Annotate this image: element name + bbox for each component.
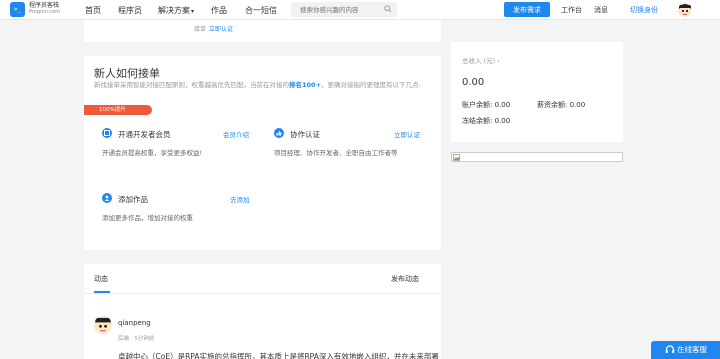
activity-feed-card: 动态 发布动态 qianpeng 后端 · 5分钟前 卓越中心（CoE）是RPA… — [84, 264, 441, 359]
brand-name: 程序员客栈 — [29, 2, 60, 9]
certify-hint-text: 接单 — [194, 26, 207, 33]
salary-balance-value: 0.00 — [569, 101, 586, 109]
messages-link[interactable]: 消息 — [594, 5, 608, 15]
certify-now-button[interactable]: 立即认证 — [394, 129, 420, 139]
salary-balance-label: 薪资余额: — [537, 101, 568, 109]
account-balance-label: 账户余额: — [462, 101, 493, 109]
total-income-label-text: 总收入 (元) — [462, 57, 496, 65]
workbench-link[interactable]: 工作台 — [561, 5, 582, 15]
post-author-name[interactable]: qianpeng — [118, 319, 151, 327]
frozen-balance: 冻结余额: 0.00 — [462, 116, 510, 126]
post-meta: 后端 · 5分钟前 — [118, 336, 155, 342]
guide-desc-prefix: 新找接单采用智能对接匹配原则，权重越高优先匹配。当前在对接的 — [94, 81, 289, 89]
identity-card: 接单 立即认证 — [84, 20, 441, 42]
newbie-guide-card: 新人如何接单 新找接单采用智能对接匹配原则，权重越高优先匹配。当前在对接的排名1… — [84, 56, 441, 250]
rank-badge: 排名100+ — [289, 81, 322, 89]
brand-domain: Proginn.com — [29, 9, 61, 15]
brand[interactable]: 程序员客栈 Proginn.com — [29, 2, 60, 16]
search-icon[interactable] — [384, 5, 392, 15]
guide-desc-suffix: ，更确对接指的更理度有以下几点: — [321, 81, 421, 89]
publish-requirement-button[interactable]: 发布需求 — [504, 2, 550, 17]
income-card: 总收入 (元) › 0.00 账户余额: 0.00 薪资余额: 0.00 冻结余… — [451, 42, 623, 142]
guide-description: 新找接单采用智能对接匹配原则，权重越高优先匹配。当前在对接的排名100+，更确对… — [94, 81, 424, 91]
proginn-logo[interactable]: >_ — [10, 2, 25, 17]
member-intro-link[interactable]: 会员介绍 — [223, 129, 249, 139]
switch-identity-link[interactable]: 切换身份 — [630, 5, 658, 15]
thumb-icon — [274, 128, 284, 138]
nav-solutions[interactable]: 解决方案▾ — [158, 5, 194, 16]
nav-home[interactable]: 首页 — [85, 5, 101, 16]
member-item-name: 开通开发者会员 — [118, 130, 171, 139]
total-income-label[interactable]: 总收入 (元) › — [462, 55, 500, 65]
tab-activity[interactable]: 动态 — [94, 274, 108, 284]
certify-hint: 接单 立即认证 — [194, 24, 233, 33]
frozen-balance-label: 冻结余额: — [462, 117, 493, 125]
total-income-value: 0.00 — [462, 77, 485, 88]
chevron-down-icon: ▾ — [191, 8, 195, 15]
add-work-name: 添加作品 — [118, 195, 148, 204]
chevron-right-icon: › — [497, 57, 500, 65]
nav-sms[interactable]: 合一短信 — [245, 5, 277, 16]
collab-cert-name: 协作认证 — [290, 130, 320, 139]
banner-image-placeholder[interactable] — [451, 152, 623, 162]
online-service-label: 在线客服 — [677, 345, 707, 354]
add-work-desc: 添加更多作品，增加对接的权重 — [102, 214, 193, 222]
user-avatar[interactable] — [678, 3, 692, 17]
divider — [84, 293, 441, 294]
publish-activity-link[interactable]: 发布动态 — [391, 274, 419, 284]
top-navigation-bar: >_ 程序员客栈 Proginn.com 首页 程序员 解决方案▾ 作品 合一短… — [0, 0, 720, 20]
post-author-avatar[interactable] — [94, 316, 112, 334]
account-balance: 账户余额: 0.00 — [462, 100, 510, 110]
nav-solutions-label: 解决方案 — [158, 6, 190, 15]
frozen-balance-value: 0.00 — [494, 117, 511, 125]
nav-works[interactable]: 作品 — [211, 5, 227, 16]
member-item-desc: 开通会员提高权重，享受更多权益! — [102, 149, 203, 157]
nav-developers[interactable]: 程序员 — [118, 5, 142, 16]
search-input[interactable] — [291, 2, 381, 17]
post-content[interactable]: 卓越中心（CoE）是RPA实施的总指挥所，其本质上是将RPA深入有效地嵌入组织，… — [118, 351, 439, 359]
search-box — [291, 2, 397, 17]
online-service-button[interactable]: 在线客服 — [651, 341, 720, 359]
guide-title: 新人如何接单 — [94, 67, 160, 80]
broken-image-icon — [453, 154, 460, 161]
headset-icon — [665, 345, 675, 353]
add-work-icon — [102, 193, 112, 203]
collab-cert-desc: 项目经理、协作开发者、全职自由工作者等 — [274, 149, 398, 157]
salary-balance: 薪资余额: 0.00 — [537, 100, 585, 110]
member-icon — [102, 128, 112, 138]
boost-ribbon: 100%提升 — [84, 105, 152, 115]
account-balance-value: 0.00 — [494, 101, 511, 109]
go-add-link[interactable]: 去添加 — [230, 194, 250, 204]
certify-now-link[interactable]: 立即认证 — [209, 26, 233, 33]
